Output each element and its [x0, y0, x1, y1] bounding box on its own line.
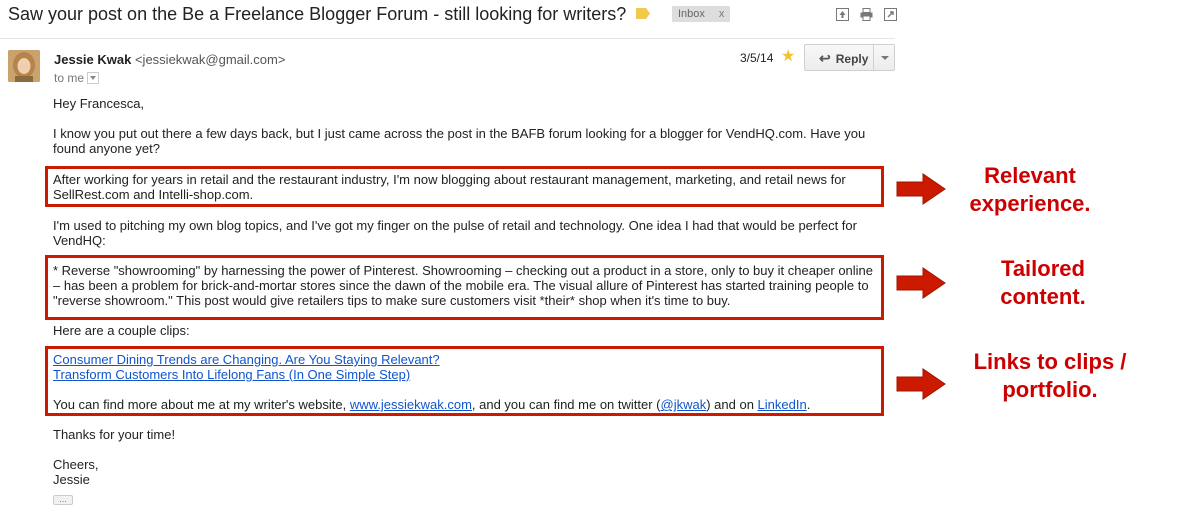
show-trimmed-content-button[interactable]: ...	[53, 495, 73, 505]
annotation-relevant-experience: Relevant experience.	[950, 162, 1110, 218]
highlight-box-links	[45, 346, 884, 416]
paragraph-intro: I know you put out there a few days back…	[53, 126, 866, 156]
star-icon[interactable]: ★	[781, 48, 795, 66]
greeting: Hey Francesca,	[53, 96, 145, 111]
right-arrow-icon	[896, 368, 946, 400]
annotation-tailored-content: Tailored content.	[963, 255, 1123, 311]
email-subject: Saw your post on the Be a Freelance Blog…	[8, 4, 627, 24]
highlight-box-experience	[45, 166, 884, 207]
avatar-photo-icon	[8, 50, 40, 82]
right-arrow-icon	[896, 173, 946, 205]
recipient-text: to me	[54, 71, 85, 85]
inbox-label-chip: Inbox x	[672, 6, 731, 22]
reply-arrow-icon: ↩	[819, 50, 831, 66]
annotation-text: Relevant	[984, 163, 1076, 188]
right-arrow-icon	[896, 267, 946, 299]
email-date: 3/5/14	[740, 51, 774, 65]
recipient-line: to me	[54, 71, 100, 85]
archive-icon[interactable]	[836, 8, 849, 21]
details-dropdown-icon[interactable]	[87, 71, 100, 84]
header-divider	[0, 38, 895, 39]
signoff: Cheers,	[53, 457, 99, 472]
reply-label: Reply	[835, 52, 869, 66]
print-icon[interactable]	[860, 8, 873, 21]
more-actions-chevron-down-icon[interactable]	[873, 44, 895, 71]
signature: Jessie	[53, 472, 90, 487]
sender-name[interactable]: Jessie Kwak	[54, 52, 131, 67]
highlight-box-content	[45, 255, 884, 320]
avatar[interactable]	[8, 50, 40, 82]
annotation-text: Tailored	[1001, 256, 1085, 281]
annotation-text: portfolio.	[1002, 377, 1098, 402]
paragraph-thanks: Thanks for your time!	[53, 427, 176, 442]
reply-button[interactable]: ↩ Reply	[804, 44, 874, 71]
label-tag-icon[interactable]	[636, 8, 650, 19]
annotation-text: experience.	[969, 191, 1091, 216]
inbox-label-text: Inbox	[678, 8, 705, 20]
remove-label-button[interactable]: x	[719, 8, 725, 20]
annotation-links-to-clips: Links to clips / portfolio.	[955, 348, 1145, 404]
annotation-text: content.	[1000, 284, 1086, 309]
paragraph-clips-intro: Here are a couple clips:	[53, 323, 190, 338]
annotation-text: Links to clips /	[973, 349, 1127, 374]
new-window-icon[interactable]	[884, 8, 897, 21]
sender-line: Jessie Kwak <jessiekwak@gmail.com>	[54, 52, 285, 67]
sender-email: <jessiekwak@gmail.com>	[134, 52, 286, 67]
paragraph-pitch: I'm used to pitching my own blog topics,…	[53, 218, 857, 248]
